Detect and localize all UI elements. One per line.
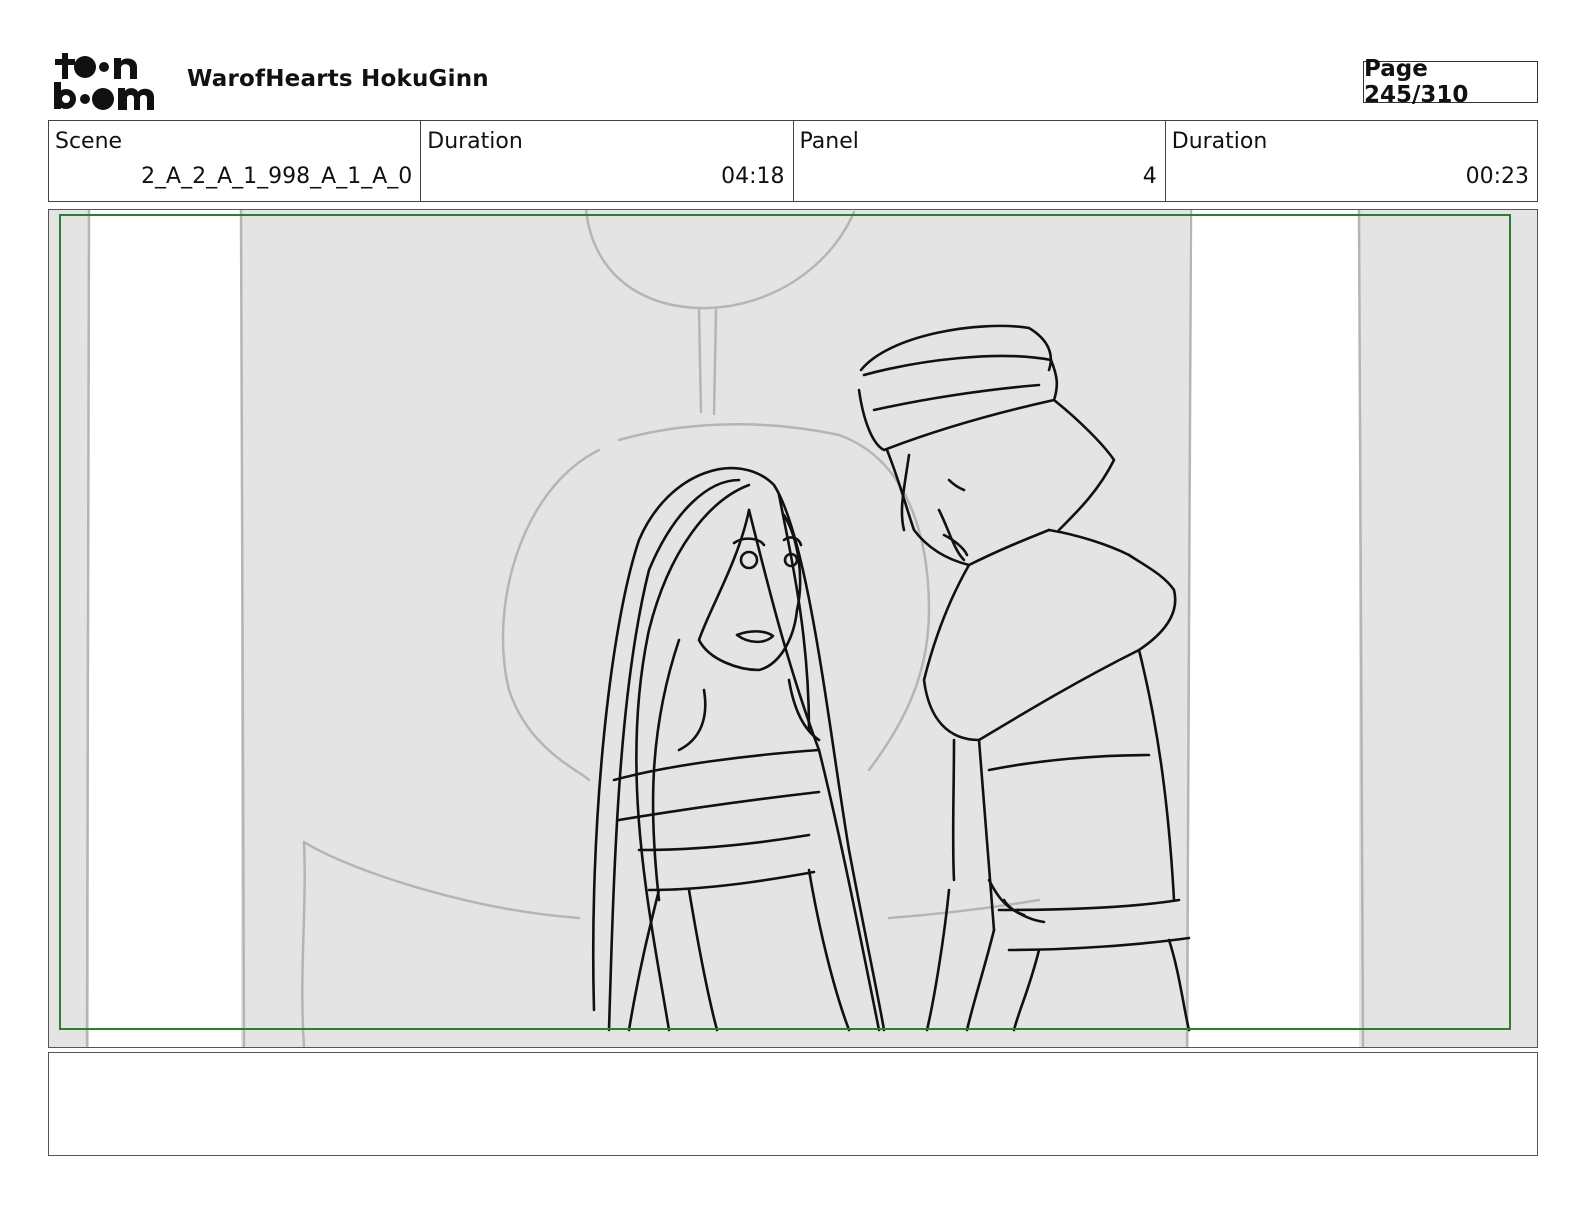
page-indicator: Page 245/310 — [1363, 56, 1538, 108]
panel-duration-label: Duration — [1171, 129, 1268, 154]
panel-cell: Panel 4 — [794, 121, 1166, 201]
dialogue-notes-box — [48, 1052, 1538, 1156]
storyboard-panel-frame — [48, 209, 1538, 1048]
scene-duration-cell: Duration 04:18 — [421, 121, 794, 201]
panel-duration-cell: Duration 00:23 — [1166, 121, 1537, 201]
storyboard-sketch — [49, 210, 1537, 1047]
scene-cell: Scene 2_A_2_A_1_998_A_1_A_0 — [49, 121, 422, 201]
panel-label: Panel — [799, 129, 859, 154]
project-title: WarofHearts HokuGinn — [187, 66, 489, 92]
panel-value: 4 — [1142, 164, 1157, 189]
scene-value: 2_A_2_A_1_998_A_1_A_0 — [141, 164, 413, 189]
scene-duration-value: 04:18 — [721, 164, 785, 189]
scene-info-table: Scene 2_A_2_A_1_998_A_1_A_0 Duration 04:… — [48, 120, 1538, 202]
toonboom-logo — [54, 53, 154, 110]
scene-duration-label: Duration — [427, 129, 523, 154]
panel-duration-value: 00:23 — [1465, 164, 1529, 189]
scene-label: Scene — [55, 129, 123, 154]
